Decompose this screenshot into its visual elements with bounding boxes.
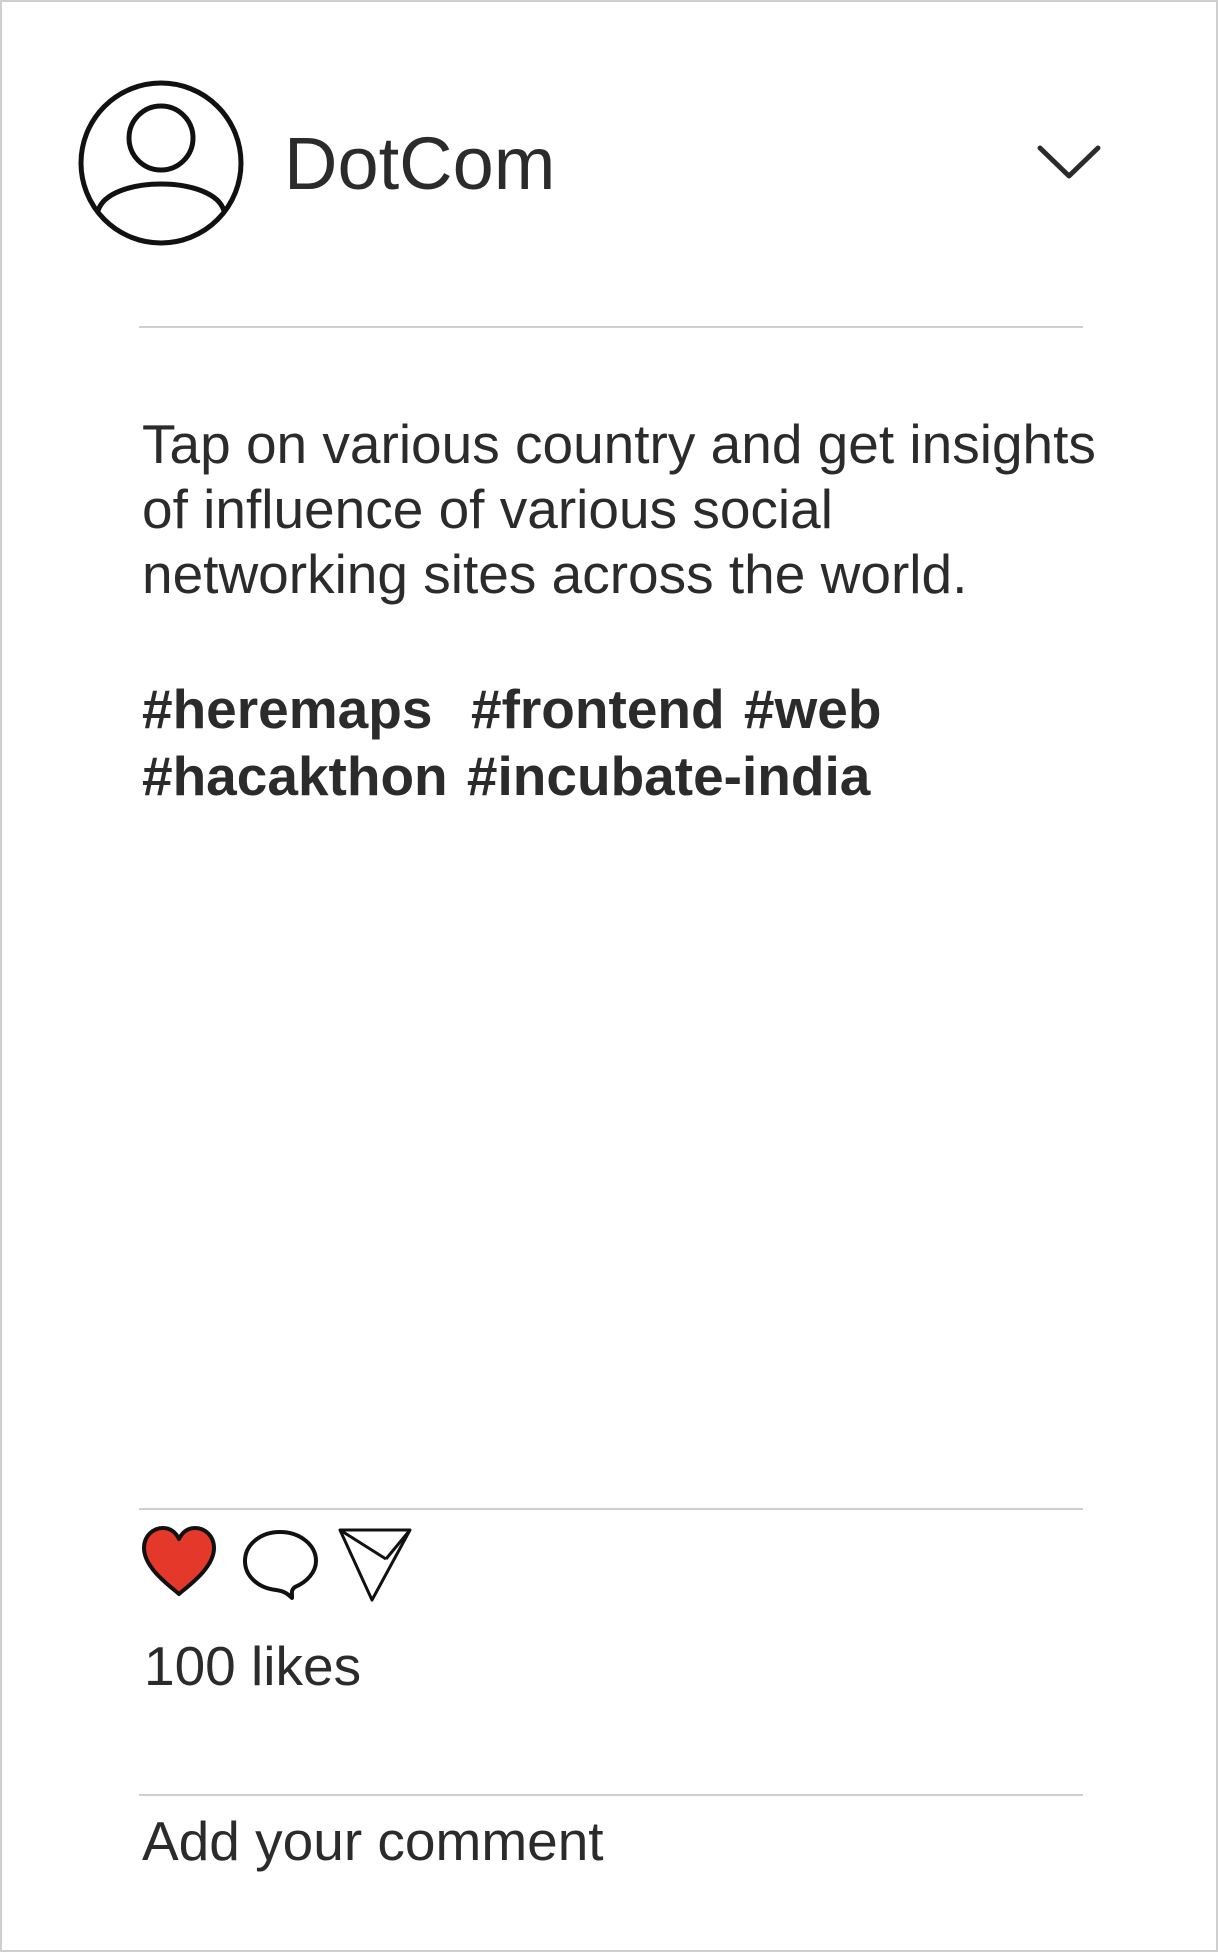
post-hashtags: #heremaps #frontend #web #hacakthon #inc… (142, 676, 1102, 810)
header-divider (139, 326, 1083, 328)
comment-divider (139, 1794, 1083, 1796)
post-card: DotCom Tap on various country and get in… (0, 0, 1218, 1952)
post-caption: Tap on various country and get insights … (142, 413, 1096, 605)
speech-bubble-icon[interactable] (240, 1524, 320, 1609)
author-name[interactable]: DotCom (284, 120, 555, 208)
actions-divider (139, 1508, 1083, 1510)
heart-icon[interactable] (140, 1524, 218, 1605)
hashtags-line-2[interactable]: #hacakthon #incubate-india (142, 743, 1102, 810)
hashtags-line-1[interactable]: #heremaps #frontend #web (142, 676, 1102, 743)
chevron-down-icon[interactable] (1032, 130, 1106, 188)
comment-input[interactable] (139, 1804, 1086, 1878)
send-icon[interactable] (336, 1524, 416, 1609)
likes-count: 100 likes (144, 1635, 362, 1697)
user-avatar-icon[interactable] (78, 80, 244, 246)
